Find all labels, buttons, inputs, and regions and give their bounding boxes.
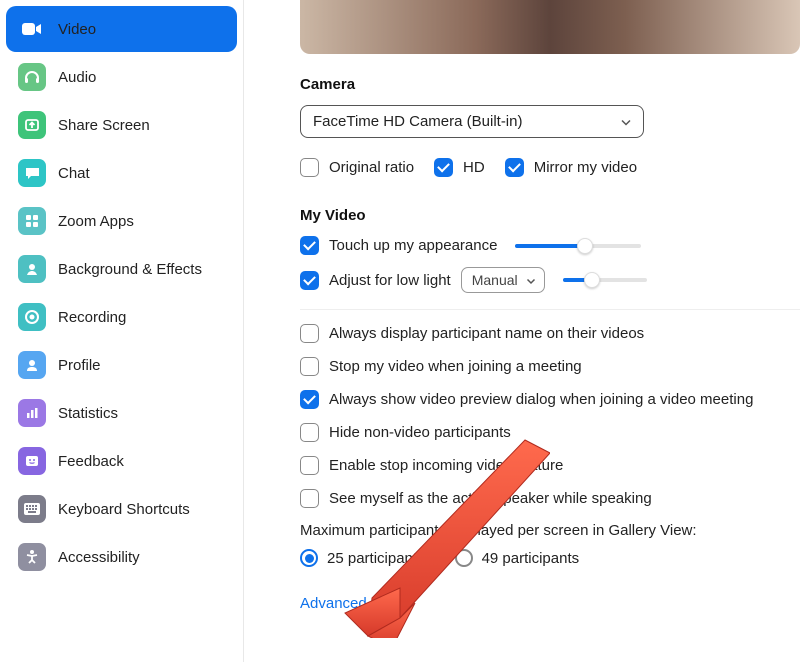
preview-dialog-label: Always show video preview dialog when jo… [329,391,753,408]
touch-up-slider[interactable] [515,244,641,248]
active-speaker-label: See myself as the active speaker while s… [329,490,652,507]
my-video-heading: My Video [300,207,800,224]
gallery-25-radio[interactable] [300,549,318,567]
slider-knob[interactable] [584,272,600,288]
mirror-video-checkbox[interactable] [505,158,524,177]
settings-sidebar: Video Audio Share Screen Chat Zoom Apps [0,0,244,662]
sidebar-item-audio[interactable]: Audio [6,54,237,100]
feedback-icon [18,447,46,475]
sidebar-item-zoom-apps[interactable]: Zoom Apps [6,198,237,244]
camera-heading: Camera [300,76,800,93]
advanced-link[interactable]: Advanced [300,595,367,612]
preview-dialog-checkbox[interactable] [300,390,319,409]
active-speaker-checkbox[interactable] [300,489,319,508]
video-settings-panel: Camera FaceTime HD Camera (Built-in) Ori… [244,0,800,662]
stats-icon [18,399,46,427]
original-ratio-label: Original ratio [329,159,414,176]
stop-incoming-label: Enable stop incoming video feature [329,457,563,474]
slider-knob[interactable] [577,238,593,254]
profile-icon [18,351,46,379]
sidebar-item-accessibility[interactable]: Accessibility [6,534,237,580]
sidebar-item-recording[interactable]: Recording [6,294,237,340]
sidebar-item-keyboard-shortcuts[interactable]: Keyboard Shortcuts [6,486,237,532]
sidebar-item-background-effects[interactable]: Background & Effects [6,246,237,292]
camera-select[interactable]: FaceTime HD Camera (Built-in) [300,105,644,138]
gallery-49-label: 49 participants [482,550,580,567]
sidebar-item-label: Keyboard Shortcuts [58,501,190,518]
divider [300,309,800,310]
hd-label: HD [463,159,485,176]
sidebar-item-label: Audio [58,69,96,86]
display-name-label: Always display participant name on their… [329,325,644,342]
low-light-label: Adjust for low light [329,272,451,289]
sidebar-item-label: Video [58,21,96,38]
sidebar-item-profile[interactable]: Profile [6,342,237,388]
low-light-mode-select[interactable]: Manual [461,267,545,293]
video-icon [18,15,46,43]
stop-video-checkbox[interactable] [300,357,319,376]
chevron-down-icon [620,113,632,130]
display-name-checkbox[interactable] [300,324,319,343]
hide-nonvideo-checkbox[interactable] [300,423,319,442]
record-icon [18,303,46,331]
hd-checkbox[interactable] [434,158,453,177]
sidebar-item-label: Accessibility [58,549,140,566]
effects-icon [18,255,46,283]
accessibility-icon [18,543,46,571]
low-light-slider[interactable] [563,278,647,282]
sidebar-item-share-screen[interactable]: Share Screen [6,102,237,148]
gallery-49-radio[interactable] [455,549,473,567]
mirror-video-label: Mirror my video [534,159,637,176]
stop-incoming-checkbox[interactable] [300,456,319,475]
sidebar-item-label: Background & Effects [58,261,202,278]
chevron-down-icon [526,272,536,288]
share-icon [18,111,46,139]
touch-up-label: Touch up my appearance [329,237,497,254]
stop-video-label: Stop my video when joining a meeting [329,358,582,375]
sidebar-item-label: Recording [58,309,126,326]
video-preview [300,0,800,54]
original-ratio-checkbox[interactable] [300,158,319,177]
low-light-checkbox[interactable] [300,271,319,290]
sidebar-item-label: Statistics [58,405,118,422]
sidebar-item-label: Feedback [58,453,124,470]
sidebar-item-feedback[interactable]: Feedback [6,438,237,484]
sidebar-item-label: Chat [58,165,90,182]
sidebar-item-statistics[interactable]: Statistics [6,390,237,436]
sidebar-item-label: Zoom Apps [58,213,134,230]
apps-icon [18,207,46,235]
hide-nonvideo-label: Hide non-video participants [329,424,511,441]
sidebar-item-video[interactable]: Video [6,6,237,52]
sidebar-item-chat[interactable]: Chat [6,150,237,196]
low-light-mode-value: Manual [472,272,518,288]
touch-up-checkbox[interactable] [300,236,319,255]
headphones-icon [18,63,46,91]
keyboard-icon [18,495,46,523]
gallery-25-label: 25 participants [327,550,425,567]
chat-icon [18,159,46,187]
gallery-view-label: Maximum participants displayed per scree… [300,522,800,539]
sidebar-item-label: Share Screen [58,117,150,134]
sidebar-item-label: Profile [58,357,101,374]
camera-select-value: FaceTime HD Camera (Built-in) [300,105,644,138]
